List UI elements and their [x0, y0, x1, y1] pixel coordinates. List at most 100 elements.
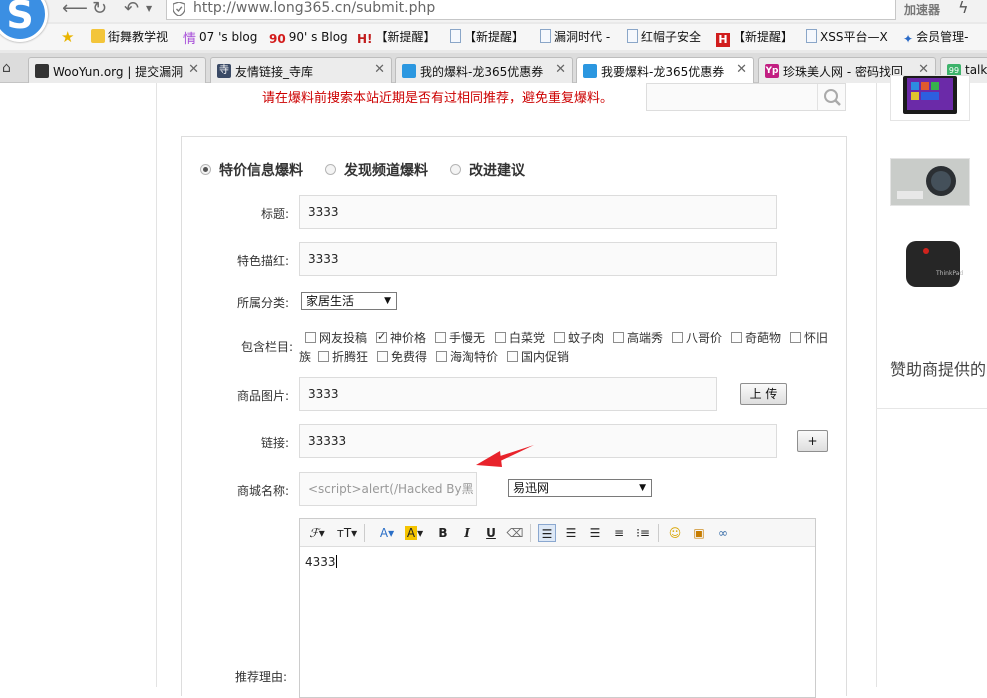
rich-text-editor[interactable]: ℱ▾ тT▾ A▾ A ▾ B I U ⌫ ☰ ☰ ☰ ≡ ⁝≡ ☺ ▣ ∞ 43 — [299, 518, 816, 698]
back-icon[interactable]: ⟵ — [62, 0, 88, 19]
font-color-icon[interactable]: A▾ — [376, 524, 398, 542]
checkbox-item[interactable]: 国内促销 — [507, 349, 569, 365]
bookmark-item[interactable]: 【新提醒】 — [450, 29, 524, 45]
checkbox-icon[interactable] — [305, 332, 316, 343]
title-input[interactable]: 3333 — [299, 195, 777, 229]
browser-chrome: ⟵ ↻ ↶ ▼ http://www.long365.cn/submit.php… — [0, 0, 987, 84]
checkbox-item[interactable]: 高端秀 — [613, 330, 663, 346]
undo-close-icon[interactable]: ↶ — [124, 0, 139, 19]
bookmark-item[interactable]: H 【新提醒】 — [716, 29, 793, 47]
checkbox-item[interactable]: 白菜党 — [495, 330, 545, 346]
align-right-icon[interactable]: ☰ — [586, 524, 604, 542]
tab-my-submissions[interactable]: 我的爆料-龙365优惠券 ✕ — [395, 57, 573, 83]
checkbox-icon[interactable] — [731, 332, 742, 343]
checkbox-icon[interactable] — [790, 332, 801, 343]
radio-icon[interactable] — [450, 164, 461, 175]
mall-input[interactable]: <script>alert(/Hacked By黑 — [299, 472, 477, 506]
radio-deal[interactable]: 特价信息爆料 — [200, 160, 303, 180]
checkbox-item[interactable]: 折腾狂 — [318, 349, 368, 365]
bookmark-item[interactable]: ✦ 会员管理- — [903, 29, 968, 46]
columns-label: 包含栏目: — [241, 340, 294, 354]
radio-icon[interactable] — [325, 164, 336, 175]
checkbox-icon[interactable] — [436, 351, 447, 362]
product-thumbnail[interactable]: ThinkPad — [890, 241, 970, 289]
close-icon[interactable]: ✕ — [184, 62, 199, 77]
tab-siku[interactable]: 寺 友情链接_寺库 ✕ — [210, 57, 392, 83]
checkbox-item[interactable]: 怀旧 — [790, 330, 828, 346]
page-content: 请在爆料前搜索本站近期是否有过相同推荐，避免重复爆料。 ThinkPad 赞助商… — [0, 75, 987, 698]
checkbox-item[interactable]: 蚊子肉 — [554, 330, 604, 346]
insert-image-icon[interactable]: ▣ — [690, 524, 708, 542]
checkbox-item[interactable]: 奇葩物 — [731, 330, 781, 346]
lightning-icon[interactable]: ϟ — [958, 0, 969, 17]
bookmark-item[interactable]: 情 07 's blog — [183, 29, 257, 47]
radio-icon[interactable] — [200, 164, 211, 175]
mall-select[interactable]: 易迅网 ▼ — [508, 479, 652, 497]
font-size-icon[interactable]: тT▾ — [336, 524, 358, 542]
checkbox-item[interactable]: 海淘特价 — [436, 349, 498, 365]
wooyun-icon — [35, 64, 49, 78]
bookmark-item[interactable]: 漏洞时代 - — [540, 29, 610, 45]
emoticon-icon[interactable]: ☺ — [666, 524, 684, 542]
link-icon[interactable]: ∞ — [714, 524, 732, 542]
image-input[interactable]: 3333 — [299, 377, 717, 411]
add-link-button[interactable]: + — [797, 430, 828, 452]
checkbox-icon[interactable] — [613, 332, 624, 343]
upload-button[interactable]: 上 传 — [740, 383, 787, 405]
accelerator-button[interactable]: 加速器 — [904, 1, 940, 18]
h-logo-icon: H — [716, 33, 730, 47]
search-icon[interactable] — [817, 84, 845, 110]
checkbox-icon[interactable] — [495, 332, 506, 343]
category-label: 所属分类: — [237, 296, 290, 310]
underline-icon[interactable]: U — [482, 524, 500, 542]
close-icon[interactable]: ✕ — [732, 62, 747, 77]
highlight-color-icon[interactable]: A ▾ — [403, 524, 425, 542]
italic-icon[interactable]: I — [458, 524, 476, 542]
checkbox-icon[interactable] — [554, 332, 565, 343]
tab-wooyun[interactable]: WooYun.org | 提交漏洞 ✕ — [28, 57, 206, 83]
radio-suggestion[interactable]: 改进建议 — [450, 160, 525, 180]
bookmark-item[interactable]: 街舞教学视 — [91, 29, 168, 45]
font-family-icon[interactable]: ℱ▾ — [308, 524, 326, 542]
bookmarks-bar: ★ 街舞教学视 情 07 's blog 90 90' s Blog H! 【新提醒】… — [0, 24, 987, 50]
blog-icon: 情 — [183, 32, 197, 47]
bookmark-item[interactable]: 红帽子安全 — [627, 29, 701, 45]
checkbox-icon[interactable] — [672, 332, 683, 343]
chevron-down-icon[interactable]: ▼ — [146, 4, 152, 13]
product-thumbnail[interactable] — [890, 158, 970, 206]
checkbox-item[interactable]: 八哥价 — [672, 330, 722, 346]
checkbox-item[interactable]: 网友投稿 — [305, 330, 367, 346]
radio-discovery[interactable]: 发现频道爆料 — [325, 160, 428, 180]
checkbox-icon[interactable] — [377, 351, 388, 362]
ordered-list-icon[interactable]: ≡ — [610, 524, 628, 542]
editor-content[interactable]: 4333 — [305, 555, 337, 569]
checkbox-item[interactable]: 神价格 — [376, 329, 426, 346]
checkbox-icon[interactable] — [507, 351, 518, 362]
highlight-input[interactable]: 3333 — [299, 242, 777, 276]
product-thumbnail[interactable] — [890, 75, 970, 121]
align-center-icon[interactable]: ☰ — [562, 524, 580, 542]
checkbox-icon[interactable] — [435, 332, 446, 343]
address-bar[interactable]: http://www.long365.cn/submit.php — [166, 0, 896, 20]
tab-submit[interactable]: 我要爆料-龙365优惠券 ✕ — [576, 57, 754, 84]
close-icon[interactable]: ✕ — [374, 62, 385, 77]
star-icon[interactable]: ★ — [61, 29, 74, 46]
home-icon[interactable]: ⌂ — [2, 60, 11, 76]
bold-icon[interactable]: B — [434, 524, 452, 542]
chevron-down-icon: ▼ — [639, 483, 646, 493]
search-input[interactable] — [646, 83, 846, 111]
checkbox-icon[interactable] — [376, 329, 387, 345]
checkbox-icon[interactable] — [318, 351, 329, 362]
long365-icon — [402, 64, 416, 78]
eraser-icon[interactable]: ⌫ — [506, 524, 524, 542]
unordered-list-icon[interactable]: ⁝≡ — [634, 524, 652, 542]
close-icon[interactable]: ✕ — [551, 62, 566, 77]
reload-icon[interactable]: ↻ — [92, 0, 107, 19]
category-select[interactable]: 家居生活 ▼ — [301, 292, 397, 310]
checkbox-item[interactable]: 手慢无 — [435, 330, 485, 346]
checkbox-item[interactable]: 免费得 — [377, 349, 427, 365]
bookmark-item[interactable]: 90 90' s Blog — [269, 29, 348, 46]
bookmark-item[interactable]: H! 【新提醒】 — [357, 29, 436, 46]
align-left-icon[interactable]: ☰ — [538, 524, 556, 542]
bookmark-item[interactable]: XSS平台—X — [806, 29, 888, 45]
